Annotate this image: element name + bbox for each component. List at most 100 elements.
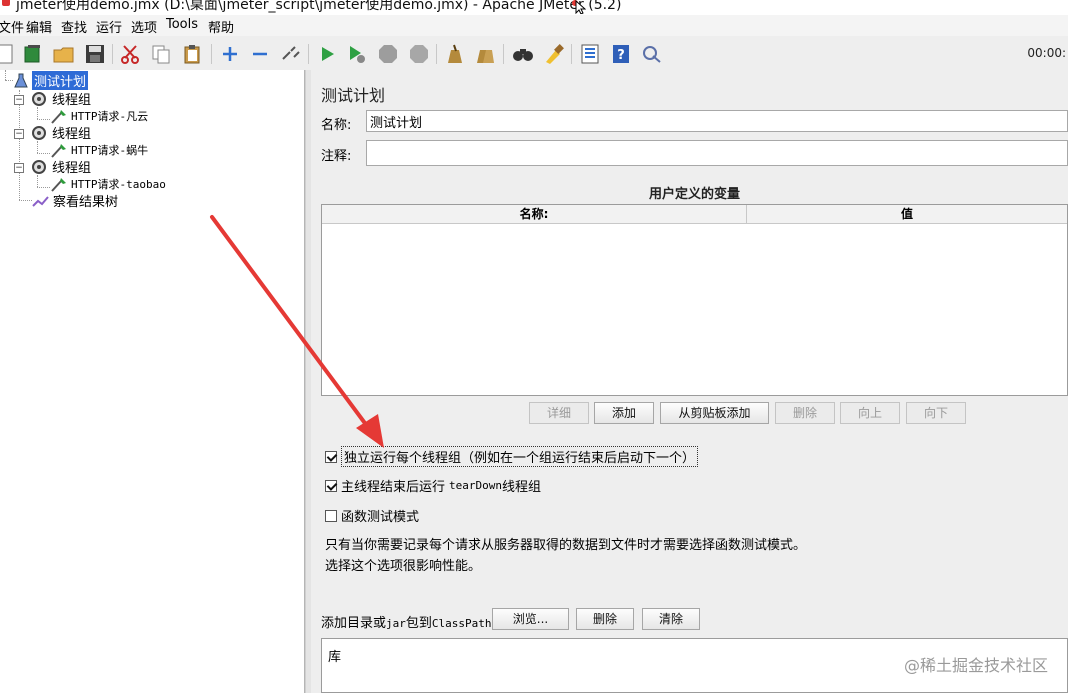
menu-run[interactable]: 运行	[96, 17, 122, 36]
tree-item-view-results-tree[interactable]: 察看结果树	[32, 192, 119, 210]
column-header-name[interactable]: 名称:	[322, 205, 747, 224]
collapse-all-icon[interactable]	[249, 43, 271, 65]
teardown-label-suffix: 线程组	[502, 480, 542, 495]
tree-item-thread-group[interactable]: 线程组	[29, 124, 92, 142]
teardown-checkbox[interactable]	[325, 479, 337, 492]
tree-label-http-request: HTTP请求-taobao	[71, 177, 166, 191]
shutdown-icon[interactable]	[408, 43, 430, 65]
cut-icon[interactable]	[119, 43, 141, 65]
templates-icon[interactable]	[22, 43, 44, 65]
serialize-label: 独立运行每个线程组（例如在一个组运行结束后启动下一个）	[341, 446, 699, 467]
tree-label-http-request: HTTP请求-蜗牛	[71, 143, 149, 157]
pipette-sampler-icon	[51, 109, 66, 124]
tree-label-view-results-tree: 察看结果树	[53, 195, 119, 210]
detail-button[interactable]: 详细	[529, 402, 589, 424]
thread-group-gear-icon	[32, 91, 46, 106]
serialize-checkbox[interactable]	[325, 450, 337, 463]
menu-bar: 文件 编辑 查找 运行 选项 Tools 帮助	[0, 15, 1068, 36]
functional-mode-option[interactable]: 函数测试模式	[325, 506, 419, 525]
collapse-toggle[interactable]: −	[14, 95, 24, 105]
name-field[interactable]	[366, 110, 1068, 132]
move-down-button[interactable]: 向下	[906, 402, 966, 424]
copy-icon[interactable]	[150, 43, 172, 65]
functional-mode-label: 函数测试模式	[341, 510, 420, 525]
svg-text:?: ?	[617, 48, 625, 63]
test-plan-tree: 测试计划 − 线程组 HTTP请求-凡云 − 线程组 HTTP请求-蜗牛 − 线…	[0, 70, 305, 693]
test-plan-editor: 测试计划 名称: 注释: 用户定义的变量 名称: 值 详细 添加 从剪贴板添加 …	[311, 70, 1068, 693]
new-file-icon[interactable]	[0, 43, 16, 65]
tree-item-http-request[interactable]: HTTP请求-凡云	[50, 107, 148, 124]
add-button[interactable]: 添加	[594, 402, 654, 424]
tree-label-thread-group: 线程组	[52, 93, 92, 108]
tree-label-thread-group: 线程组	[52, 127, 92, 142]
tree-item-thread-group[interactable]: 线程组	[29, 158, 92, 176]
classpath-delete-button[interactable]: 删除	[576, 608, 634, 630]
elapsed-time: 00:00:	[1027, 46, 1066, 60]
collapse-toggle[interactable]: −	[14, 163, 24, 173]
tree-item-thread-group[interactable]: 线程组	[29, 90, 92, 108]
toggle-icon[interactable]	[280, 43, 302, 65]
classpath-label-classpath: ClassPath	[431, 617, 492, 630]
user-variables-title: 用户定义的变量	[648, 187, 740, 202]
collapse-toggle[interactable]: −	[14, 129, 24, 139]
window-title: jmeter使用demo.jmx (D:\桌面\jmeter_script\jm…	[16, 0, 622, 13]
tree-item-http-request[interactable]: HTTP请求-蜗牛	[50, 141, 148, 158]
comment-field[interactable]	[366, 140, 1068, 166]
teardown-label-prefix: 主线程结束后运行	[341, 480, 446, 495]
start-icon[interactable]	[316, 43, 338, 65]
classpath-clear-button[interactable]: 清除	[642, 608, 700, 630]
mouse-cursor-icon	[572, 0, 586, 14]
window-titlebar: jmeter使用demo.jmx (D:\桌面\jmeter_script\jm…	[0, 0, 1068, 15]
pipette-sampler-icon	[51, 143, 66, 158]
menu-tools[interactable]: Tools	[166, 17, 198, 32]
stop-icon[interactable]	[377, 43, 399, 65]
save-icon[interactable]	[84, 43, 106, 65]
teardown-option[interactable]: 主线程结束后运行 tearDown 线程组	[325, 476, 541, 495]
user-variables-table[interactable]: 名称: 值	[321, 204, 1068, 396]
thread-group-gear-icon	[32, 159, 46, 174]
search-binoculars-icon[interactable]	[512, 43, 534, 65]
functional-mode-hint-1: 只有当你需要记录每个请求从服务器取得的数据到文件时才需要选择函数测试模式。	[325, 538, 807, 553]
classpath-label-part2: 包到	[405, 616, 432, 631]
classpath-label: 添加目录或jar包到ClassPath	[321, 612, 492, 631]
help-icon[interactable]: ?	[610, 43, 632, 65]
tree-label-thread-group: 线程组	[52, 161, 92, 176]
main-toolbar: ? 00:00:	[0, 36, 1068, 71]
open-folder-icon[interactable]	[53, 43, 75, 65]
comment-label: 注释:	[321, 149, 352, 164]
classpath-label-jar: jar	[386, 617, 406, 630]
library-header: 库	[328, 650, 342, 665]
start-no-pauses-icon[interactable]	[346, 43, 368, 65]
add-from-clipboard-button[interactable]: 从剪贴板添加	[660, 402, 769, 424]
move-up-button[interactable]: 向上	[840, 402, 900, 424]
menu-file[interactable]: 文件	[0, 17, 24, 36]
functional-mode-hint-2: 选择这个选项很影响性能。	[325, 559, 482, 574]
function-helper-icon[interactable]	[579, 43, 601, 65]
page-title: 测试计划	[321, 86, 386, 105]
menu-options[interactable]: 选项	[131, 17, 157, 36]
tree-label-test-plan: 测试计划	[32, 71, 89, 90]
paste-icon[interactable]	[181, 43, 203, 65]
column-header-value[interactable]: 值	[747, 205, 1067, 224]
browse-button[interactable]: 浏览...	[492, 608, 569, 630]
tree-item-test-plan[interactable]: 测试计划	[13, 71, 89, 90]
thread-group-gear-icon	[32, 125, 46, 140]
name-label: 名称:	[321, 118, 352, 133]
menu-edit[interactable]: 编辑	[26, 17, 52, 36]
test-plan-icon	[14, 73, 28, 87]
clear-icon[interactable]	[443, 43, 465, 65]
tree-item-http-request[interactable]: HTTP请求-taobao	[50, 175, 166, 192]
menu-help[interactable]: 帮助	[208, 17, 234, 36]
clear-all-icon[interactable]	[474, 43, 496, 65]
remote-icon[interactable]	[641, 43, 663, 65]
reset-search-icon[interactable]	[543, 43, 565, 65]
expand-all-icon[interactable]	[219, 43, 241, 65]
menu-search[interactable]: 查找	[61, 17, 87, 36]
delete-button[interactable]: 删除	[775, 402, 835, 424]
functional-mode-checkbox[interactable]	[325, 509, 337, 522]
teardown-label-keyword: tearDown	[449, 479, 502, 492]
pipette-sampler-icon	[51, 177, 66, 192]
listener-graph-icon	[32, 195, 49, 207]
tree-label-http-request: HTTP请求-凡云	[71, 109, 149, 123]
serialize-thread-groups-option[interactable]: 独立运行每个线程组（例如在一个组运行结束后启动下一个）	[325, 446, 699, 467]
